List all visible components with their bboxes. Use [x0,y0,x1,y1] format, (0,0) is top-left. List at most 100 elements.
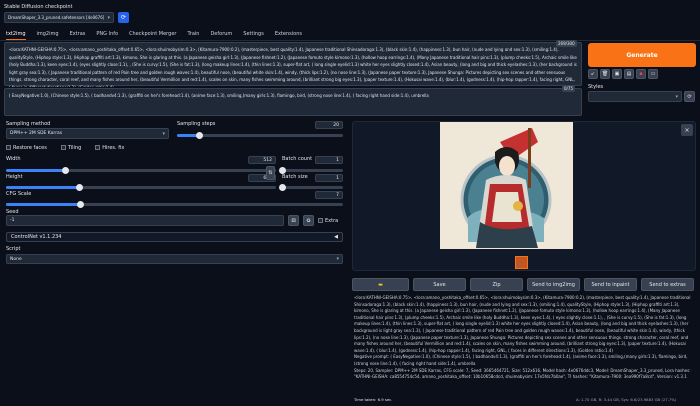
batch-count-slider[interactable] [279,167,343,174]
tiling-label: Tiling [67,145,82,151]
checkpoint-label: Stable Diffusion checkpoint [4,4,73,10]
width-slider[interactable] [6,167,276,174]
checkpoint-value: DreamShaper_3.3_pruned.safetensors [4e06… [8,15,105,20]
cfg-scale-input[interactable]: 7 [315,191,343,199]
tab-png-info[interactable]: PNG Info [96,31,118,37]
cfg-scale-slider[interactable] [6,201,343,208]
tool-buttons: ↙ 🗑 ▣ ▤ ▪ ▭ [588,69,658,79]
triangle-left-icon: ◀ [334,234,338,240]
checkbox-box [6,145,11,150]
restore-faces-label: Restore faces [13,145,47,151]
folder-icon: ▬ [378,281,383,288]
send-to-inpaint-button[interactable]: Send to inpaint [584,278,637,291]
extra-seed-checkbox[interactable]: Extra [318,218,338,224]
tiling-checkbox[interactable]: Tiling [60,145,82,151]
script-select[interactable]: None ▾ [6,254,343,264]
generate-button[interactable]: Generate [588,43,696,67]
styles-label: Styles [588,84,604,90]
prompt-text: <lora:KATHNI-GEISHA:0.75>, <lora:amano_y… [9,47,577,87]
generation-info: <lora:KATHNI-GEISHA:0.75>, <lora:amano_y… [354,295,696,388]
slider-knob[interactable] [195,132,203,139]
negative-prompt-text: ( EasyNegative:1.0), (Chinese style:1.5)… [9,93,429,98]
hires-fix-label: Hires. fix [102,145,125,151]
tab-settings[interactable]: Settings [243,31,264,37]
send-to-img2img-button[interactable]: Send to img2img [527,278,580,291]
output-button-row: Save Zip Send to img2img Send to inpaint Sen… [413,278,694,291]
slider-knob[interactable] [62,167,70,174]
script-label: Script [6,246,21,252]
controlnet-accordion[interactable]: ControlNet v1.1.234 ◀ [6,232,343,242]
save-button[interactable]: Save [413,278,466,291]
sampling-steps-label: Sampling steps [177,121,216,127]
tab-train[interactable]: Train [187,31,199,37]
slider-knob[interactable] [75,184,83,191]
refresh-checkpoint-button[interactable]: ⟳ [118,12,129,23]
zip-button[interactable]: Zip [470,278,523,291]
width-input[interactable]: 512 [248,156,276,164]
slider-fill [6,186,79,189]
vram-usage: A: 1.70 GB, R: 3.44 GB, Sys: 6.6/23.9883… [576,397,677,402]
sampling-method-select[interactable]: DPM++ 2M SDE Karras ▾ [6,128,169,139]
apply-style-button[interactable]: ▤ [624,69,634,79]
close-gallery-button[interactable]: × [681,124,693,136]
negative-token-counter: 0/75 [562,85,575,92]
extra-networks-button[interactable]: ▣ [612,69,622,79]
slider-knob[interactable] [77,201,85,208]
close-icon: × [684,126,690,134]
arrow-icon: ↙ [590,71,596,77]
sampling-method-value: DPM++ 2M SDE Karras [10,131,63,136]
tab-extensions[interactable]: Extensions [275,31,302,37]
geisha-artwork [440,122,573,249]
seed-input[interactable]: -1 [6,215,284,226]
tab-img2img[interactable]: img2img [37,31,59,37]
open-folder-button[interactable]: ▬ [352,278,409,291]
batch-count-label: Batch count [282,156,313,162]
apply-style-to-prompt-button[interactable]: ▭ [648,69,658,79]
paste-params-button[interactable]: ↙ [588,69,598,79]
tab-txt2img[interactable]: txt2img [6,31,26,40]
tab-bar: txt2img img2img Extras PNG Info Checkpoint M… [6,31,313,40]
tab-divider [0,40,700,41]
batch-size-slider[interactable] [279,184,343,191]
sampling-steps-slider[interactable] [177,132,343,139]
batch-count-input[interactable]: 1 [315,156,343,164]
slider-knob[interactable] [279,184,286,191]
slider-track [282,169,343,172]
generated-image[interactable] [440,122,573,249]
script-value: None [10,256,22,262]
tab-deforum[interactable]: Deforum [210,31,232,37]
batch-size-label: Batch size [282,174,308,180]
checkbox-box [318,218,323,223]
chevron-down-icon: ▾ [336,256,339,262]
prompt-textarea[interactable]: <lora:KATHNI-GEISHA:0.75>, <lora:amano_y… [4,42,582,87]
tab-checkpoint-merger[interactable]: Checkpoint Merger [129,31,176,37]
image-thumbnail[interactable] [515,256,528,269]
checkbox-row: Restore faces Tiling Hires. fix [6,145,124,151]
save-icon: ▪ [639,71,643,77]
refresh-styles-button[interactable]: ⟳ [684,91,695,102]
checkbox-box [60,145,66,150]
reuse-seed-button[interactable]: ♻ [303,215,314,226]
restore-faces-checkbox[interactable]: Restore faces [6,145,47,151]
chevron-down-icon: ▾ [162,130,165,137]
document-icon: ▭ [650,71,656,77]
random-seed-button[interactable]: ⚄ [288,215,299,226]
info-params: Steps: 20, Sampler: DPM++ 2M SDE Karras,… [354,367,691,380]
refresh-icon: ⟳ [120,14,127,21]
batch-size-input[interactable]: 1 [315,174,343,182]
hires-fix-checkbox[interactable]: Hires. fix [95,145,124,151]
chevron-down-icon: ▾ [675,93,678,100]
clear-prompt-button[interactable]: 🗑 [600,69,610,79]
save-style-button[interactable]: ▪ [636,69,646,79]
slider-knob[interactable] [279,167,286,174]
trash-icon: 🗑 [601,71,609,77]
negative-prompt-textarea[interactable]: ( EasyNegative:1.0), (Chinese style:1.5)… [4,88,582,116]
clipboard-icon: ▤ [626,71,632,77]
tab-extras[interactable]: Extras [70,31,86,37]
height-slider[interactable] [6,184,276,191]
styles-select[interactable]: ▾ [588,91,682,102]
sampling-steps-input[interactable]: 20 [315,121,343,129]
checkpoint-select[interactable]: DreamShaper_3.3_pruned.safetensors [4e06… [4,12,114,23]
swap-dimensions-button[interactable]: ⇅ [266,166,275,180]
send-to-extras-button[interactable]: Send to extras [641,278,694,291]
